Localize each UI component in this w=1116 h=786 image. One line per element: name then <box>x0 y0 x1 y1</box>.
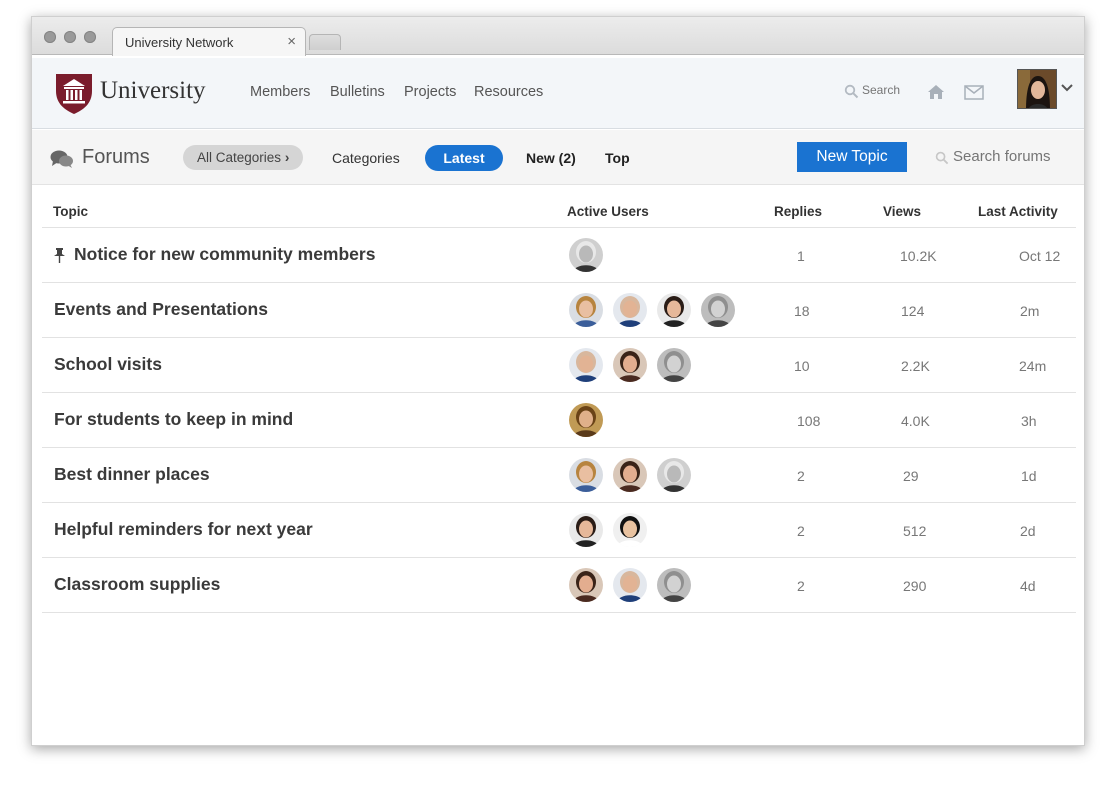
forum-title: Forums <box>82 146 150 168</box>
last-activity: 2m <box>1020 303 1040 319</box>
new-topic-button[interactable]: New Topic <box>797 142 907 172</box>
user-avatar-man-bald-glasses[interactable] <box>613 293 647 327</box>
all-categories-label: All Categories <box>197 150 282 165</box>
forum-search[interactable] <box>935 148 1078 168</box>
browser-window: University Network × University Members … <box>31 16 1085 746</box>
tab-top[interactable]: Top <box>605 150 630 166</box>
last-activity: 1d <box>1021 468 1037 484</box>
user-avatar-old-man-bw[interactable] <box>569 238 603 272</box>
close-window-button[interactable] <box>44 31 56 43</box>
user-avatar-man-gray[interactable] <box>701 293 735 327</box>
chevron-down-icon[interactable] <box>1061 83 1073 92</box>
user-avatar-man-bald-glasses[interactable] <box>613 568 647 602</box>
search-icon <box>844 84 859 99</box>
topic-title[interactable]: Events and Presentations <box>54 299 268 320</box>
header-search-input[interactable] <box>862 83 922 97</box>
user-avatar[interactable] <box>1017 69 1057 109</box>
user-avatar-man-gray[interactable] <box>657 568 691 602</box>
replies-count: 108 <box>797 413 821 429</box>
tab-latest[interactable]: Latest <box>425 145 503 171</box>
views-count: 29 <box>903 468 919 484</box>
forum-search-input[interactable] <box>953 148 1078 165</box>
replies-count: 18 <box>794 303 810 319</box>
user-avatar-woman-dark-hair[interactable] <box>569 513 603 547</box>
minimize-window-button[interactable] <box>64 31 76 43</box>
replies-count: 2 <box>797 578 805 594</box>
user-avatar-old-man-bw[interactable] <box>657 458 691 492</box>
nav-members[interactable]: Members <box>250 84 310 100</box>
home-icon[interactable] <box>927 84 945 100</box>
site-header: University Members Bulletins Projects Re… <box>32 58 1084 129</box>
tab-new[interactable]: New (2) <box>526 150 576 166</box>
tab-categories[interactable]: Categories <box>332 150 400 166</box>
topic-title[interactable]: Notice for new community members <box>74 244 375 265</box>
pin-icon <box>54 248 65 263</box>
replies-count: 2 <box>797 468 805 484</box>
user-avatar-man-gray[interactable] <box>657 348 691 382</box>
topic-title[interactable]: Helpful reminders for next year <box>54 519 313 540</box>
topic-title[interactable]: For students to keep in mind <box>54 409 293 430</box>
table-row[interactable]: Classroom supplies 2 290 4d <box>42 558 1076 613</box>
user-avatar-woman-glasses[interactable] <box>613 458 647 492</box>
table-row[interactable]: Helpful reminders for next year 2 512 2d <box>42 503 1076 558</box>
user-avatar-woman-blond[interactable] <box>569 293 603 327</box>
table-row[interactable]: Notice for new community members 1 10.2K… <box>42 228 1076 283</box>
user-avatar-woman-dark-hair[interactable] <box>657 293 691 327</box>
header-topic[interactable]: Topic <box>53 204 88 219</box>
views-count: 290 <box>903 578 927 594</box>
views-count: 512 <box>903 523 927 539</box>
browser-tab[interactable]: University Network × <box>112 27 306 56</box>
user-avatar-woman-curly[interactable] <box>569 403 603 437</box>
new-tab-button[interactable] <box>309 34 341 50</box>
header-active-users[interactable]: Active Users <box>567 204 649 219</box>
last-activity: Oct 12 <box>1019 248 1061 264</box>
table-row[interactable]: Events and Presentations 18 124 2m <box>42 283 1076 338</box>
table-row[interactable]: School visits 10 2.2K 24m <box>42 338 1076 393</box>
nav-bulletins[interactable]: Bulletins <box>330 84 385 100</box>
topic-title[interactable]: School visits <box>54 354 162 375</box>
views-count: 10.2K <box>900 248 937 264</box>
last-activity: 3h <box>1021 413 1037 429</box>
last-activity: 2d <box>1020 523 1036 539</box>
replies-count: 1 <box>797 248 805 264</box>
forum-toolbar: Forums All Categories › Categories Lates… <box>32 130 1084 185</box>
mail-icon[interactable] <box>964 85 984 100</box>
nav-projects[interactable]: Projects <box>404 84 456 100</box>
user-avatar-man-asian-glasses[interactable] <box>613 513 647 547</box>
all-categories-dropdown[interactable]: All Categories › <box>183 145 304 170</box>
last-activity: 24m <box>1019 358 1047 374</box>
replies-count: 10 <box>794 358 810 374</box>
header-replies[interactable]: Replies <box>774 204 822 219</box>
chevron-right-icon: › <box>284 150 290 165</box>
user-avatar-woman-glasses[interactable] <box>613 348 647 382</box>
zoom-window-button[interactable] <box>84 31 96 43</box>
views-count: 2.2K <box>901 358 930 374</box>
university-shield-icon[interactable] <box>54 71 94 115</box>
tab-title: University Network <box>125 35 234 50</box>
topic-title[interactable]: Best dinner places <box>54 464 210 485</box>
header-last-activity[interactable]: Last Activity <box>978 204 1058 219</box>
last-activity: 4d <box>1020 578 1036 594</box>
topic-table-header: Topic Active Users Replies Views Last Ac… <box>42 186 1076 228</box>
user-avatar-woman-blond[interactable] <box>569 458 603 492</box>
table-row[interactable]: Best dinner places 2 29 1d <box>42 448 1076 503</box>
search-icon <box>935 151 949 165</box>
views-count: 4.0K <box>901 413 930 429</box>
user-avatar-man-bald-glasses[interactable] <box>569 348 603 382</box>
header-search[interactable] <box>844 82 922 102</box>
user-avatar-woman-glasses[interactable] <box>569 568 603 602</box>
replies-count: 2 <box>797 523 805 539</box>
table-row[interactable]: For students to keep in mind 108 4.0K 3h <box>42 393 1076 448</box>
tab-close-icon[interactable]: × <box>287 33 296 50</box>
brand-name[interactable]: University <box>100 77 206 105</box>
header-views[interactable]: Views <box>883 204 921 219</box>
views-count: 124 <box>901 303 925 319</box>
topic-title[interactable]: Classroom supplies <box>54 574 220 595</box>
nav-resources[interactable]: Resources <box>474 84 543 100</box>
chat-bubbles-icon <box>50 150 73 168</box>
browser-chrome: University Network × <box>32 17 1084 56</box>
